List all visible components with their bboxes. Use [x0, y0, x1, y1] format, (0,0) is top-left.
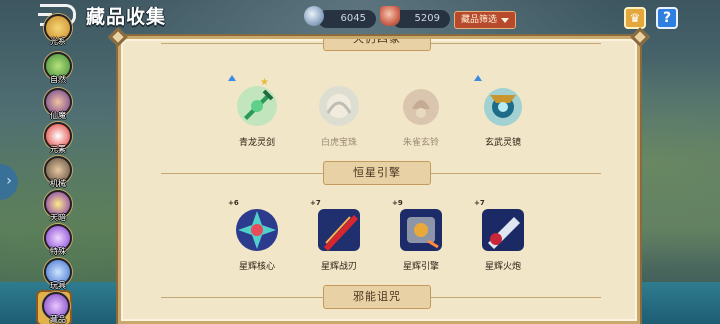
crown-button[interactable]: ♛: [624, 7, 646, 29]
collection-item[interactable]: ★ 青龙灵剑: [227, 75, 287, 148]
resource-b-value: 5209: [414, 13, 440, 24]
item-name: 玄武灵镜: [484, 138, 521, 148]
vermilion-bird-bell-icon: [398, 83, 444, 129]
azure-dragon-sword-icon: ★: [228, 75, 280, 129]
page-title: 藏品收集: [86, 6, 167, 28]
help-button[interactable]: ?: [656, 7, 678, 29]
section-title: 天仍四象: [323, 39, 431, 51]
collection-item[interactable]: +9 星辉引擎: [391, 199, 451, 272]
item-name: 星辉引擎: [402, 262, 439, 272]
item-level: +7: [474, 199, 485, 207]
upgrade-arrow-icon: [474, 75, 482, 81]
question-mark-icon: ?: [662, 10, 672, 26]
chevron-right-icon: ›: [6, 173, 12, 189]
category-label: 天暗: [50, 213, 66, 222]
category-label: 特殊: [50, 247, 66, 256]
white-tiger-orb-icon: [316, 83, 362, 129]
item-level: +9: [392, 199, 403, 207]
item-name: 星辉核心: [238, 262, 275, 272]
category-label: 机械: [50, 179, 66, 188]
star-engine-icon: +9: [392, 199, 444, 253]
collection-item[interactable]: 玄武灵镜: [473, 75, 533, 148]
category-label: 元素: [50, 145, 66, 154]
item-level: +7: [310, 199, 321, 207]
item-name: 星辉火炮: [484, 262, 521, 272]
item-level: +6: [228, 199, 239, 207]
item-name: 朱雀玄铃: [402, 138, 439, 148]
crown-icon: ♛: [629, 11, 641, 25]
collection-item[interactable]: +7 星辉战刃: [309, 199, 369, 272]
collection-filter-button[interactable]: 藏品筛选: [454, 11, 516, 29]
category-label: 光系: [50, 37, 66, 46]
collection-item[interactable]: +7 星辉火炮: [473, 199, 533, 272]
collection-item[interactable]: +6 星辉核心: [227, 199, 287, 272]
star-cannon-icon: +7: [474, 199, 526, 253]
category-label: 自然: [50, 75, 66, 84]
resource-b-counter: 5209: [392, 10, 450, 28]
caret-down-icon: [501, 18, 509, 23]
star-blade-icon: +7: [310, 199, 362, 253]
black-tortoise-mirror-icon: [474, 75, 526, 129]
star-icon: ★: [260, 77, 269, 88]
category-label: 仙魔: [50, 111, 66, 120]
silver-cloud-icon: [304, 6, 324, 26]
collection-panel: 天仍四象 ★ 青龙灵剑 白虎宝珠 朱雀玄铃 玄武灵镜 恒星引擎 +6 星辉核心 …: [118, 36, 640, 324]
section-title: 邪能诅咒: [323, 285, 431, 309]
filter-label: 藏品筛选: [461, 15, 498, 25]
star-core-icon: +6: [228, 199, 280, 253]
resource-a-value: 6045: [340, 13, 366, 24]
red-fist-icon: [380, 6, 400, 26]
collection-item-locked[interactable]: 朱雀玄铃: [391, 83, 451, 148]
collection-item-locked[interactable]: 白虎宝珠: [309, 83, 369, 148]
section-title: 恒星引擎: [323, 161, 431, 185]
item-name: 星辉战刃: [320, 262, 357, 272]
resource-a-counter: 6045: [318, 10, 376, 28]
upgrade-arrow-icon: [228, 75, 236, 81]
category-label: 藏品: [50, 315, 66, 324]
item-name: 青龙灵剑: [238, 138, 275, 148]
item-name: 白虎宝珠: [320, 138, 357, 148]
